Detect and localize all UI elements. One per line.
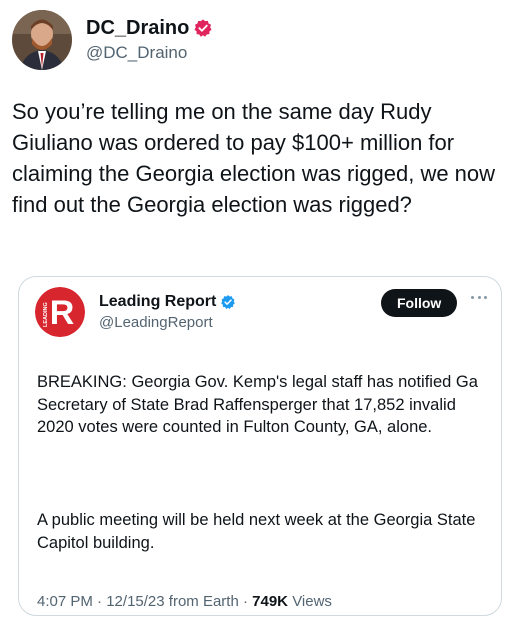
quoted-author-display-name[interactable]: Leading Report <box>99 292 216 312</box>
svg-text:R: R <box>50 294 75 332</box>
tweet-time[interactable]: 4:07 PM <box>37 593 93 610</box>
outer-author-names: DC_Draino @DC_Draino <box>86 16 213 64</box>
quoted-author-names: Leading Report @LeadingReport <box>99 292 236 333</box>
views-label: Views <box>292 593 332 610</box>
author-display-name[interactable]: DC_Draino <box>86 16 189 40</box>
follow-button[interactable]: Follow <box>381 289 458 317</box>
meta-separator: · <box>97 593 103 610</box>
tweet-text: So you’re telling me on the same day Rud… <box>12 99 496 217</box>
tweet-source: from Earth <box>168 593 239 610</box>
tweet-meta: 4:07 PM · 12/15/23 from Earth · 749K Vie… <box>37 592 332 612</box>
quoted-display-row: Leading Report <box>99 292 236 312</box>
outer-tweet-header: DC_Draino @DC_Draino <box>12 10 213 70</box>
avatar[interactable] <box>12 10 72 70</box>
tweet-date[interactable]: 12/15/23 <box>106 593 164 610</box>
author-handle[interactable]: @DC_Draino <box>86 42 213 64</box>
svg-text:LEADING: LEADING <box>43 302 49 327</box>
quoted-tweet-text-paragraph-1: BREAKING: Georgia Gov. Kemp's legal staf… <box>37 373 478 436</box>
avatar-photo <box>12 10 72 70</box>
more-options-icon[interactable] <box>471 293 487 301</box>
quoted-tweet-header: R LEADING Leading Report @LeadingReport <box>35 287 236 337</box>
verified-badge-icon <box>193 18 213 38</box>
views-count[interactable]: 749K <box>252 593 288 610</box>
quoted-tweet-card[interactable]: R LEADING Leading Report @LeadingReport … <box>18 276 502 616</box>
outer-display-row: DC_Draino <box>86 16 213 40</box>
verified-badge-icon <box>220 294 236 310</box>
quoted-avatar[interactable]: R LEADING <box>35 287 85 337</box>
leading-report-logo-icon: R LEADING <box>35 287 85 337</box>
quoted-author-handle[interactable]: @LeadingReport <box>99 313 236 333</box>
quoted-tweet-text-paragraph-2: A public meeting will be held next week … <box>37 511 476 552</box>
meta-separator: · <box>242 593 248 610</box>
